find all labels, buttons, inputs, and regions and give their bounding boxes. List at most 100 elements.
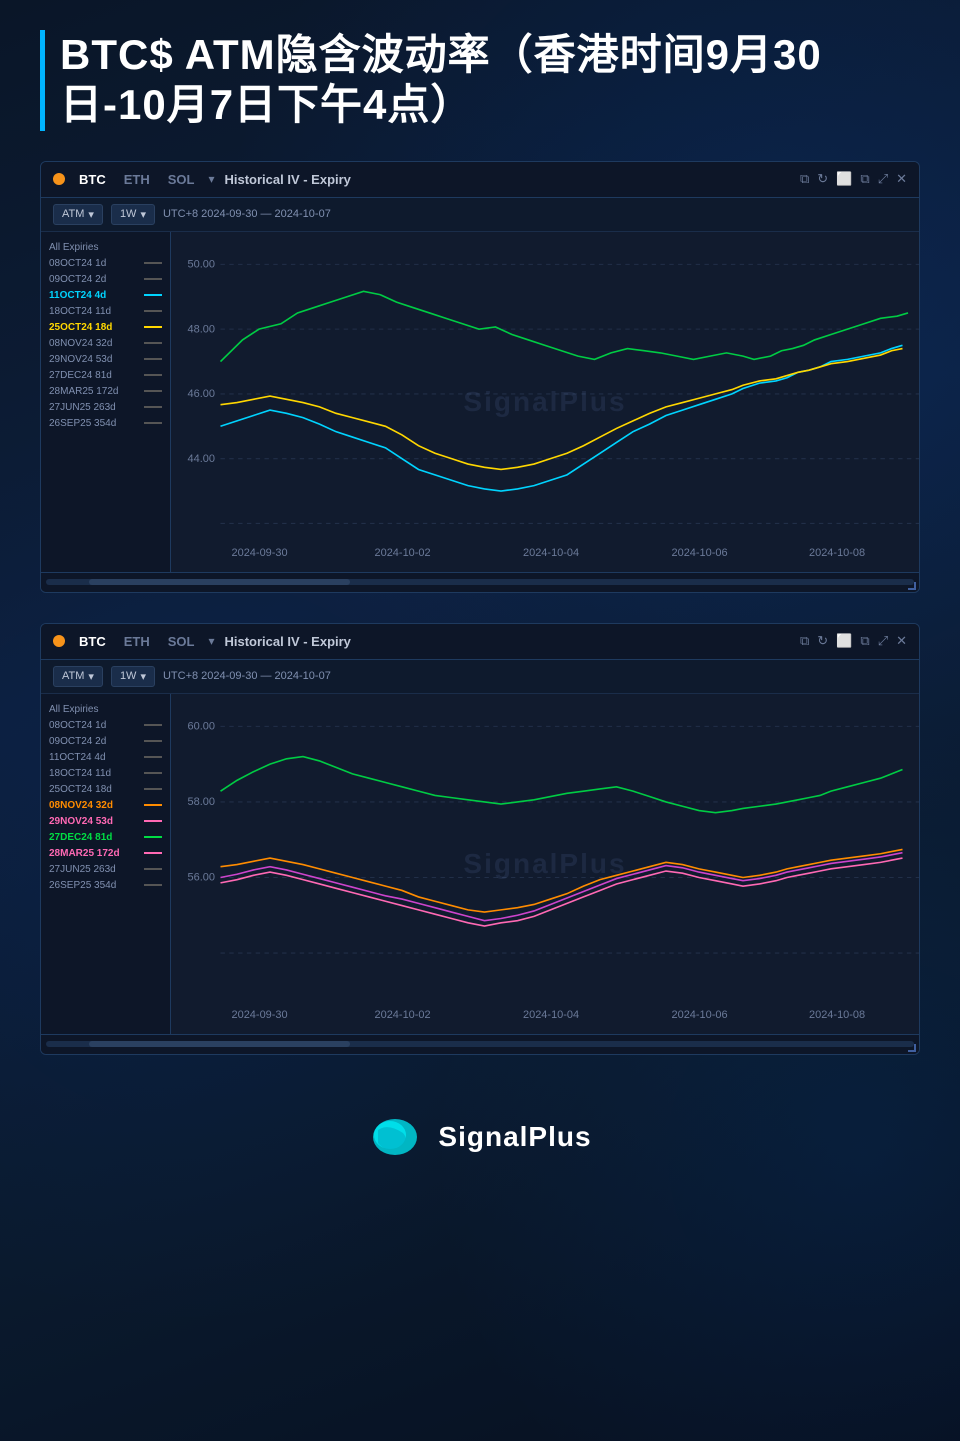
chart1-scrollbar[interactable] (41, 572, 919, 592)
legend-line-11oct (144, 294, 162, 296)
legend2-26sep[interactable]: 26SEP25 354d (49, 880, 162, 891)
chart2-title: Historical IV - Expiry (224, 634, 350, 649)
chart1-toolbar: ATM ▾ 1W ▾ UTC+8 2024-09-30 — 2024-10-07 (41, 198, 919, 232)
coin-dropdown[interactable]: ▾ (208, 172, 214, 186)
legend2-09oct[interactable]: 09OCT24 2d (49, 736, 162, 747)
chart-widget-2: BTC ETH SOL ▾ Historical IV - Expiry ⧉ ↻… (40, 623, 920, 1055)
refresh-icon[interactable]: ↻ (817, 171, 828, 187)
chart1-resize-handle[interactable] (908, 582, 916, 590)
legend-08nov[interactable]: 08NOV24 32d (49, 338, 162, 349)
atm-arrow: ▾ (88, 208, 94, 221)
chart2-svg: 60.00 58.00 56.00 2024-09-30 2 (171, 694, 919, 1034)
chart1-scrollbar-thumb[interactable] (89, 579, 349, 585)
legend-line-18oct (144, 310, 162, 312)
btc-dot (53, 173, 65, 185)
legend-line-27dec (144, 374, 162, 376)
atm-label-2: ATM (62, 670, 84, 682)
timeframe-arrow-2: ▾ (140, 670, 146, 683)
legend-09oct[interactable]: 09OCT24 2d (49, 274, 162, 285)
legend-25oct[interactable]: 25OCT24 18d (49, 322, 162, 333)
legend2-28mar[interactable]: 28MAR25 172d (49, 848, 162, 859)
legend2-18oct[interactable]: 18OCT24 11d (49, 768, 162, 779)
atm-selector-2[interactable]: ATM ▾ (53, 666, 103, 687)
duplicate-icon-2[interactable]: ⧉ (860, 633, 869, 649)
chart2-resize-handle[interactable] (908, 1044, 916, 1052)
chart-widget-1: BTC ETH SOL ▾ Historical IV - Expiry ⧉ ↻… (40, 161, 920, 593)
legend-line-08nov (144, 342, 162, 344)
footer-logo-text: SignalPlus (438, 1121, 591, 1153)
legend2-08oct[interactable]: 08OCT24 1d (49, 720, 162, 731)
legend-08oct[interactable]: 08OCT24 1d (49, 258, 162, 269)
refresh-icon-2[interactable]: ↻ (817, 633, 828, 649)
svg-text:2024-10-06: 2024-10-06 (672, 547, 728, 559)
svg-text:2024-10-02: 2024-10-02 (375, 1009, 431, 1021)
timeframe-arrow: ▾ (140, 208, 146, 221)
legend-11oct[interactable]: 11OCT24 4d (49, 290, 162, 301)
svg-text:48.00: 48.00 (188, 323, 215, 335)
external-link-icon[interactable]: ⧉ (800, 171, 809, 187)
svg-text:60.00: 60.00 (188, 720, 215, 732)
chart1-title: Historical IV - Expiry (224, 172, 350, 187)
page-title: BTC$ ATM隐含波动率（香港时间9月30日-10月7日下午4点） (40, 30, 920, 131)
svg-text:2024-10-06: 2024-10-06 (672, 1009, 728, 1021)
legend-26sep[interactable]: 26SEP25 354d (49, 418, 162, 429)
chart1-area: SignalPlus 50.00 48.00 46.00 44.00 (171, 232, 919, 572)
legend-line-27jun (144, 406, 162, 408)
svg-text:50.00: 50.00 (188, 258, 215, 270)
legend-27dec[interactable]: 27DEC24 81d (49, 370, 162, 381)
coin-tab-sol[interactable]: SOL (164, 170, 199, 189)
btc-dot-2 (53, 635, 65, 647)
atm-arrow-2: ▾ (88, 670, 94, 683)
atm-selector[interactable]: ATM ▾ (53, 204, 103, 225)
coin-dropdown-2[interactable]: ▾ (208, 634, 214, 648)
legend-line-08oct (144, 262, 162, 264)
timeframe-label: 1W (120, 208, 137, 220)
svg-text:56.00: 56.00 (188, 872, 215, 884)
legend-line-26sep (144, 422, 162, 424)
coin-tab-sol-2[interactable]: SOL (164, 632, 199, 651)
legend2-11oct[interactable]: 11OCT24 4d (49, 752, 162, 763)
timeframe-label-2: 1W (120, 670, 137, 682)
legend2-08nov[interactable]: 08NOV24 32d (49, 800, 162, 811)
legend2-27jun[interactable]: 27JUN25 263d (49, 864, 162, 875)
chart1-header: BTC ETH SOL ▾ Historical IV - Expiry ⧉ ↻… (41, 162, 919, 198)
chart2-scrollbar[interactable] (41, 1034, 919, 1054)
legend-29nov[interactable]: 29NOV24 53d (49, 354, 162, 365)
legend-18oct[interactable]: 18OCT24 11d (49, 306, 162, 317)
duplicate-icon[interactable]: ⧉ (860, 171, 869, 187)
external-link-icon-2[interactable]: ⧉ (800, 633, 809, 649)
legend-line-28mar (144, 390, 162, 392)
svg-text:2024-09-30: 2024-09-30 (232, 1009, 288, 1021)
chart2-toolbar: ATM ▾ 1W ▾ UTC+8 2024-09-30 — 2024-10-07 (41, 660, 919, 694)
footer: SignalPlus (40, 1085, 920, 1180)
coin-tab-eth[interactable]: ETH (120, 170, 154, 189)
legend-28mar[interactable]: 28MAR25 172d (49, 386, 162, 397)
legend2-line-29nov (144, 820, 162, 822)
legend2-27dec[interactable]: 27DEC24 81d (49, 832, 162, 843)
chart2-header: BTC ETH SOL ▾ Historical IV - Expiry ⧉ ↻… (41, 624, 919, 660)
legend2-29nov[interactable]: 29NOV24 53d (49, 816, 162, 827)
chart2-legend: All Expiries 08OCT24 1d 09OCT24 2d 11OCT… (41, 694, 171, 1034)
chart2-header-right: ⧉ ↻ ⬜ ⧉ ⤢ ✕ (800, 633, 907, 649)
expand-icon[interactable]: ⤢ (878, 171, 888, 187)
svg-text:2024-10-08: 2024-10-08 (809, 547, 865, 559)
legend-27jun[interactable]: 27JUN25 263d (49, 402, 162, 413)
chart1-scrollbar-track (46, 579, 914, 585)
coin-tab-btc[interactable]: BTC (75, 170, 110, 189)
timeframe-selector[interactable]: 1W ▾ (111, 204, 155, 225)
timeframe-selector-2[interactable]: 1W ▾ (111, 666, 155, 687)
chart1-header-left: BTC ETH SOL ▾ Historical IV - Expiry (53, 170, 351, 189)
expand-icon-2[interactable]: ⤢ (878, 633, 888, 649)
legend-all-expiries: All Expiries (49, 242, 162, 253)
coin-tab-btc-2[interactable]: BTC (75, 632, 110, 651)
window-1-icon-2[interactable]: ⬜ (836, 633, 852, 649)
window-1-icon[interactable]: ⬜ (836, 171, 852, 187)
arrow-down-icon: ▾ (208, 172, 214, 186)
close-icon-2[interactable]: ✕ (896, 633, 907, 649)
close-icon[interactable]: ✕ (896, 171, 907, 187)
chart2-scrollbar-thumb[interactable] (89, 1041, 349, 1047)
svg-text:2024-10-02: 2024-10-02 (375, 547, 431, 559)
legend2-25oct[interactable]: 25OCT24 18d (49, 784, 162, 795)
legend2-line-18oct (144, 772, 162, 774)
coin-tab-eth-2[interactable]: ETH (120, 632, 154, 651)
